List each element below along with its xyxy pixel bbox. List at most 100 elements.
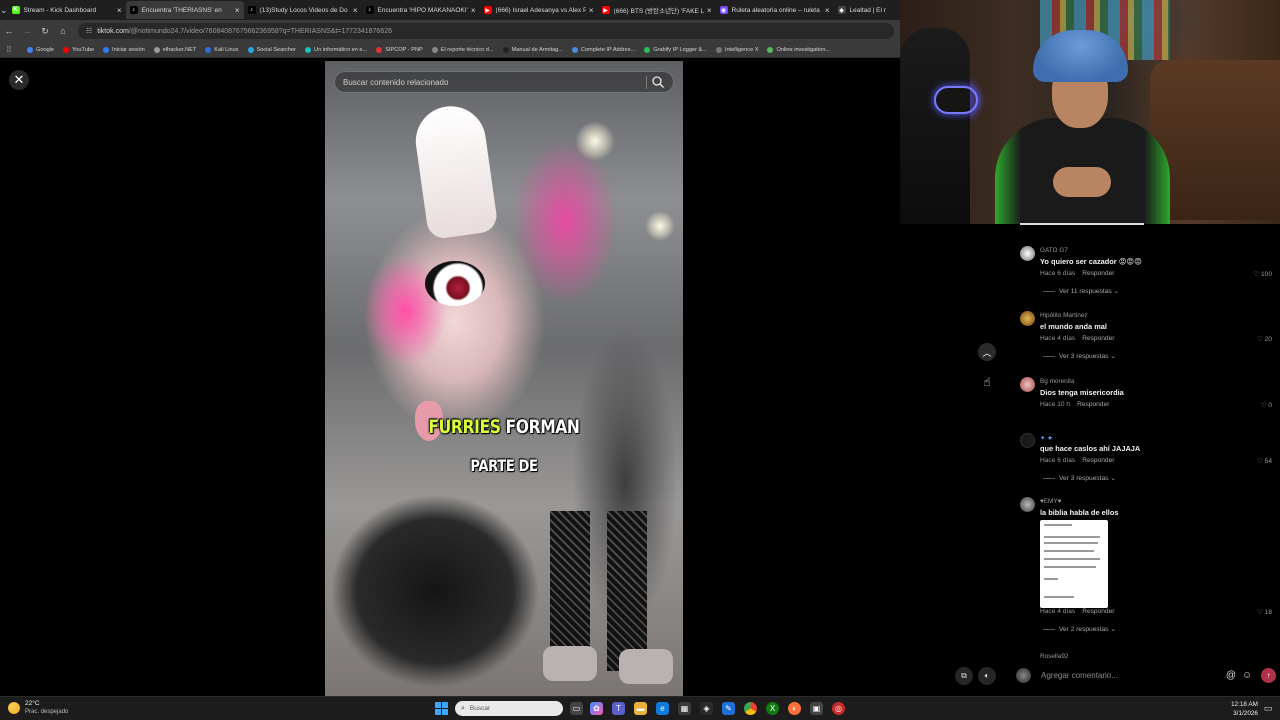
related-search-input[interactable]: Buscar contenido relacionado: [334, 71, 674, 93]
back-icon[interactable]: ←: [0, 20, 18, 42]
firefox-icon[interactable]: ◐: [788, 702, 801, 715]
monitor-icon[interactable]: ▣: [810, 702, 823, 715]
xbox-icon[interactable]: X: [766, 702, 779, 715]
browser-tab[interactable]: ◆Lealtad | El r×: [834, 1, 900, 19]
close-tab-icon[interactable]: ×: [353, 6, 358, 15]
chevron-down-icon: ⌄: [1110, 626, 1116, 633]
bookmark-item[interactable]: Complete IP Addres...: [571, 46, 635, 53]
volume-icon[interactable]: 🔈︎: [978, 667, 996, 685]
view-replies-button[interactable]: Ver 11 respuestas ⌄: [1043, 287, 1119, 295]
like-button[interactable]: ♡ 100: [1253, 270, 1272, 278]
home-icon[interactable]: ⌂: [54, 20, 72, 42]
edge-icon[interactable]: e: [656, 702, 669, 715]
reply-button[interactable]: Responder: [1077, 401, 1109, 408]
browser-tab[interactable]: ◉ Ruleta aleatoria online – ruleta ×: [716, 1, 834, 19]
avatar[interactable]: [1020, 377, 1035, 392]
bookmark-item[interactable]: Iniciar sesión: [103, 46, 145, 53]
like-button[interactable]: ♡ 54: [1257, 457, 1272, 465]
bookmark-favicon-icon: [153, 46, 160, 53]
video-player[interactable]: [325, 61, 683, 696]
reply-button[interactable]: Responder: [1082, 608, 1114, 615]
bookmark-item[interactable]: Grabify IP Logger &...: [644, 46, 707, 53]
close-tab-icon[interactable]: ×: [707, 6, 712, 15]
view-replies-button[interactable]: Ver 3 respuestas ⌄: [1043, 474, 1116, 482]
bookmark-item[interactable]: Intelligence X: [715, 46, 758, 53]
comment-username[interactable]: ♥EMY♥: [1040, 498, 1061, 505]
bookmark-item[interactable]: Un informático en e...: [305, 46, 367, 53]
notification-icon[interactable]: ▭: [1262, 702, 1274, 714]
taskbar-search-input[interactable]: ⌕ Buscar: [455, 701, 563, 716]
comment-username[interactable]: Bg morenita: [1040, 378, 1074, 385]
browser-tab[interactable]: K Stream - Kick Dashboard ×: [8, 1, 126, 19]
avatar[interactable]: [1020, 246, 1035, 261]
chrome-icon[interactable]: [744, 702, 757, 715]
taskbar-search-label: Buscar: [469, 705, 491, 712]
reply-button[interactable]: Responder: [1082, 335, 1114, 342]
file-explorer-icon[interactable]: ▬: [634, 702, 647, 715]
copy-link-icon[interactable]: ⧉: [955, 667, 973, 685]
like-button[interactable]: ♡ 20: [1257, 335, 1272, 343]
bookmark-label: Iniciar sesión: [112, 46, 145, 53]
mention-icon[interactable]: @: [1225, 669, 1237, 681]
site-info-icon[interactable]: ☷: [86, 27, 92, 35]
comment-username[interactable]: Hipólito Martinez: [1040, 312, 1088, 319]
snipping-icon[interactable]: ✎: [722, 702, 735, 715]
bookmark-item[interactable]: YouTube: [63, 46, 94, 53]
system-clock[interactable]: 12:18 AM 3/1/2026: [1228, 700, 1258, 718]
close-tab-icon[interactable]: ×: [235, 6, 240, 15]
windows-start-icon[interactable]: [435, 702, 448, 715]
bookmark-item[interactable]: Social Searcher: [247, 46, 296, 53]
apps-grid-icon[interactable]: ⁞⁞: [0, 45, 18, 54]
reload-icon[interactable]: ↻: [36, 20, 54, 42]
bookmark-item[interactable]: El reporte técnico d...: [431, 46, 494, 53]
comment-username[interactable]: GATO G7: [1040, 247, 1068, 254]
tab-search-icon[interactable]: ⌄: [0, 0, 8, 20]
close-tab-icon[interactable]: ×: [117, 6, 122, 15]
bookmark-item[interactable]: Google: [27, 46, 54, 53]
emoji-icon[interactable]: ☺: [1241, 669, 1253, 681]
chevron-down-icon: ⌄: [1113, 288, 1120, 295]
bookmark-item[interactable]: elhacker.NET: [153, 46, 196, 53]
view-replies-button[interactable]: Ver 3 respuestas ⌄: [1043, 352, 1116, 360]
comment-input[interactable]: Agregar comentario...: [1041, 671, 1221, 680]
obs-icon[interactable]: ◎: [832, 702, 845, 715]
like-button[interactable]: ♡ 18: [1257, 608, 1272, 616]
browser-tab[interactable]: ♪ Encuentra 'THERIASNS' en ×: [125, 1, 244, 19]
send-icon[interactable]: ↑: [1261, 667, 1276, 683]
task-view-icon[interactable]: ▭: [570, 702, 583, 715]
close-tab-icon[interactable]: ×: [825, 6, 830, 15]
weather-widget[interactable]: 22°C Prac. despejado: [8, 700, 68, 716]
search-icon[interactable]: [651, 75, 665, 89]
teams-icon[interactable]: T: [612, 702, 625, 715]
bookmark-item[interactable]: Online investigation...: [767, 46, 830, 53]
avatar[interactable]: [1020, 311, 1035, 326]
like-button[interactable]: ♡ 0: [1261, 401, 1272, 409]
reply-button[interactable]: Responder: [1082, 270, 1114, 277]
avatar[interactable]: [1020, 497, 1035, 512]
tab-title: Lealtad | El r: [849, 6, 886, 14]
address-bar[interactable]: ☷ tiktok.com/@notimundo24.7/video/760840…: [78, 23, 894, 39]
close-icon[interactable]: ✕: [9, 70, 29, 90]
comment-username[interactable]: ✦ ★: [1040, 434, 1053, 442]
comment-username[interactable]: Rosella92: [1040, 653, 1068, 660]
forward-icon[interactable]: →: [18, 20, 36, 42]
close-tab-icon[interactable]: ×: [589, 6, 594, 15]
view-replies-button[interactable]: Ver 2 respuestas ⌄: [1043, 625, 1116, 633]
previous-video-icon[interactable]: ︿: [978, 343, 996, 361]
avatar[interactable]: [1020, 433, 1035, 448]
store-icon[interactable]: ▦: [678, 702, 691, 715]
comment-image-attachment[interactable]: [1040, 520, 1108, 608]
image-text-line: [1044, 566, 1096, 568]
browser-tab[interactable]: ♪ (13)Study Locos Videos de Do ×: [244, 1, 362, 19]
app-icon[interactable]: ◈: [700, 702, 713, 715]
close-tab-icon[interactable]: ×: [471, 6, 476, 15]
browser-tab[interactable]: ▶ (666) BTS (방탄소년단) 'FAKE LO ×: [598, 1, 716, 19]
browser-tab[interactable]: ▶ (666) Israel Adesanya vs Alex Pe ×: [480, 1, 598, 19]
bookmark-item[interactable]: Manual de Armitag...: [502, 46, 563, 53]
copilot-icon[interactable]: ✿: [590, 702, 603, 715]
bookmark-item[interactable]: SIPCOP - PNP: [376, 46, 423, 53]
browser-tab[interactable]: ♪ Encuentra 'HIPO MAKANAOKI' ×: [362, 1, 480, 19]
tab-title: (13)Study Locos Videos de Do: [259, 6, 348, 14]
bookmark-item[interactable]: Kali Linux: [205, 46, 239, 53]
reply-button[interactable]: Responder: [1082, 457, 1114, 464]
